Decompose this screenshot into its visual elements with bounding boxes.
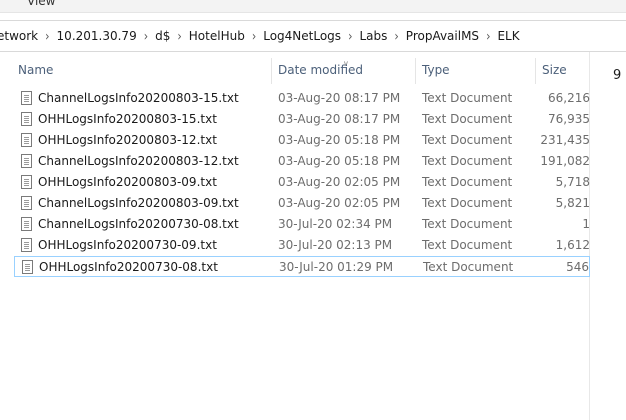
ribbon: View	[0, 0, 626, 13]
file-row[interactable]: ChannelLogsInfo20200803-09.txt 03-Aug-20…	[14, 193, 590, 214]
file-name: OHHLogsInfo20200730-08.txt	[39, 260, 218, 274]
breadcrumb-labs[interactable]: Labs	[355, 29, 391, 43]
side-pane-text: 9	[613, 68, 622, 83]
file-row[interactable]: OHHLogsInfo20200730-09.txt 30-Jul-20 02:…	[14, 235, 590, 256]
file-date: 03-Aug-20 02:05 PM	[278, 196, 401, 210]
file-type: Text Document	[422, 238, 513, 252]
column-divider[interactable]	[535, 58, 536, 84]
file-row-selected[interactable]: OHHLogsInfo20200730-08.txt 30-Jul-20 01:…	[14, 256, 590, 277]
file-name: OHHLogsInfo20200803-15.txt	[38, 112, 217, 126]
breadcrumb: etwork › 10.201.30.79 › d$ › HotelHub › …	[0, 28, 524, 44]
file-name: ChannelLogsInfo20200803-15.txt	[38, 91, 239, 105]
text-file-icon	[21, 175, 32, 189]
file-date: 30-Jul-20 01:29 PM	[279, 260, 394, 274]
breadcrumb-host[interactable]: 10.201.30.79	[53, 29, 141, 43]
breadcrumb-log4netlogs[interactable]: Log4NetLogs	[259, 29, 345, 43]
text-file-icon	[21, 112, 32, 126]
file-name: OHHLogsInfo20200730-09.txt	[38, 238, 217, 252]
breadcrumb-network[interactable]: etwork	[0, 29, 42, 43]
file-row[interactable]: ChannelLogsInfo20200803-12.txt 03-Aug-20…	[14, 151, 590, 172]
file-size: 76,935	[548, 112, 590, 126]
file-list: ChannelLogsInfo20200803-15.txt 03-Aug-20…	[0, 88, 590, 277]
file-size: 546	[566, 260, 589, 274]
chevron-right-icon[interactable]: ›	[345, 28, 355, 44]
column-header-row: Name ∨ Date modified Type Size	[0, 56, 590, 86]
breadcrumb-hotelhub[interactable]: HotelHub	[185, 29, 249, 43]
breadcrumb-elk[interactable]: ELK	[493, 29, 523, 43]
file-date: 03-Aug-20 05:18 PM	[278, 133, 401, 147]
file-size: 66,216	[548, 91, 590, 105]
file-name: OHHLogsInfo20200803-09.txt	[38, 175, 217, 189]
text-file-icon	[21, 91, 32, 105]
file-date: 30-Jul-20 02:13 PM	[278, 238, 393, 252]
file-size: 1	[582, 217, 590, 231]
file-type: Text Document	[422, 133, 513, 147]
address-bar[interactable]: etwork › 10.201.30.79 › d$ › HotelHub › …	[0, 20, 626, 52]
column-divider[interactable]	[271, 58, 272, 84]
chevron-right-icon[interactable]: ›	[483, 28, 493, 44]
text-file-icon	[21, 238, 32, 252]
file-type: Text Document	[422, 217, 513, 231]
text-file-icon	[21, 133, 32, 147]
file-row[interactable]: OHHLogsInfo20200803-12.txt 03-Aug-20 05:…	[14, 130, 590, 151]
file-name: ChannelLogsInfo20200803-12.txt	[38, 154, 239, 168]
file-name: ChannelLogsInfo20200803-09.txt	[38, 196, 239, 210]
file-name: ChannelLogsInfo20200730-08.txt	[38, 217, 239, 231]
chevron-right-icon[interactable]: ›	[42, 28, 52, 44]
file-type: Text Document	[422, 196, 513, 210]
column-header-date[interactable]: Date modified	[278, 56, 363, 86]
file-row[interactable]: OHHLogsInfo20200803-09.txt 03-Aug-20 02:…	[14, 172, 590, 193]
file-type: Text Document	[422, 154, 513, 168]
file-row[interactable]: OHHLogsInfo20200803-15.txt 03-Aug-20 08:…	[14, 109, 590, 130]
chevron-right-icon[interactable]: ›	[141, 28, 151, 44]
chevron-right-icon[interactable]: ›	[249, 28, 259, 44]
file-size: 1,612	[555, 238, 590, 252]
file-type: Text Document	[422, 175, 513, 189]
column-divider[interactable]	[415, 58, 416, 84]
file-type: Text Document	[422, 91, 513, 105]
text-file-icon	[22, 260, 33, 274]
file-type: Text Document	[423, 260, 514, 274]
file-size: 5,821	[555, 196, 590, 210]
chevron-right-icon[interactable]: ›	[391, 28, 401, 44]
breadcrumb-share[interactable]: d$	[151, 29, 174, 43]
file-date: 03-Aug-20 02:05 PM	[278, 175, 401, 189]
file-size: 191,082	[540, 154, 590, 168]
file-date: 03-Aug-20 08:17 PM	[278, 112, 401, 126]
breadcrumb-propavailms[interactable]: PropAvailMS	[402, 29, 483, 43]
file-row[interactable]: ChannelLogsInfo20200730-08.txt 30-Jul-20…	[14, 214, 590, 235]
text-file-icon	[21, 217, 32, 231]
text-file-icon	[21, 154, 32, 168]
file-type: Text Document	[422, 112, 513, 126]
file-date: 30-Jul-20 02:34 PM	[278, 217, 393, 231]
file-row[interactable]: ChannelLogsInfo20200803-15.txt 03-Aug-20…	[14, 88, 590, 109]
column-header-type[interactable]: Type	[422, 56, 450, 86]
column-header-size[interactable]: Size	[542, 56, 567, 86]
column-header-name[interactable]: Name	[18, 56, 53, 86]
file-date: 03-Aug-20 08:17 PM	[278, 91, 401, 105]
file-size: 5,718	[555, 175, 590, 189]
text-file-icon	[21, 196, 32, 210]
file-size: 231,435	[540, 133, 590, 147]
file-name: OHHLogsInfo20200803-12.txt	[38, 133, 217, 147]
chevron-right-icon[interactable]: ›	[174, 28, 184, 44]
file-date: 03-Aug-20 05:18 PM	[278, 154, 401, 168]
ribbon-tab-view[interactable]: View	[27, 0, 55, 8]
